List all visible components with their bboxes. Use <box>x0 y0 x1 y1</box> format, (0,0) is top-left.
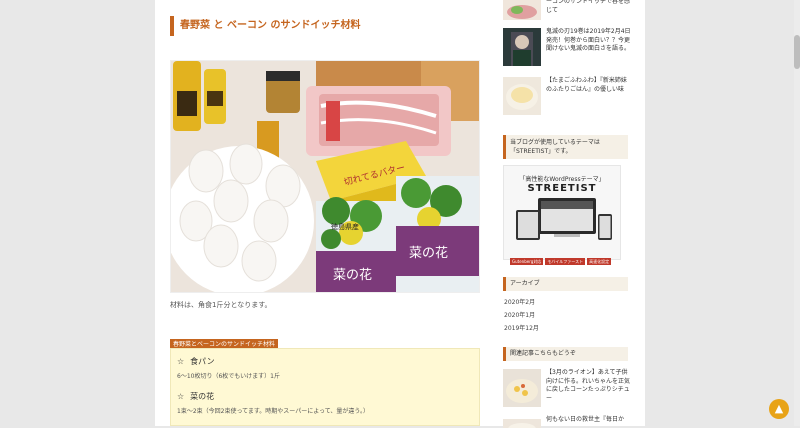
post-thumbnail[interactable] <box>503 0 541 20</box>
materials-box: ☆ 食パン 6〜10枚切り（6枚でもいけます）1斤 ☆ 菜の花 1束〜2束（今回2束… <box>170 348 480 426</box>
package-name-label-1: 菜の花 <box>333 267 372 283</box>
material-desc: 6〜10枚切り（6枚でもいけます）1斤 <box>177 373 280 380</box>
page-scrollbar[interactable] <box>794 0 800 426</box>
post-thumbnail[interactable] <box>503 416 541 428</box>
streetist-banner[interactable]: 「高性能なWordPressテーマ」 STREETIST Gutenberg対応… <box>503 165 621 265</box>
material-item: ☆ 食パン 6〜10枚切り（6枚でもいけます）1斤 <box>177 356 473 381</box>
section-heading: 春野菜 と ベーコン のサンドイッチ材料 <box>170 16 480 36</box>
arrow-up-icon: ▲ <box>774 402 784 415</box>
sidebar-post-link[interactable]: 何もない日の救世主『毎日か <box>503 416 633 428</box>
banner-tag: モバイルファースト <box>545 258 586 265</box>
theme-widget-heading: 当ブログが使用しているテーマは「STREETIST」です。 <box>503 135 628 159</box>
post-thumbnail[interactable] <box>503 28 541 66</box>
banner-title: STREETIST <box>527 183 597 194</box>
package-name-label-2: 菜の花 <box>409 245 448 261</box>
archive-link[interactable]: 2019年12月 <box>504 323 539 332</box>
sidebar-post-title[interactable]: 何もない日の救世主『毎日か <box>546 416 632 425</box>
archive-heading: アーカイブ <box>503 277 628 291</box>
device-mockup-illustration <box>516 198 612 240</box>
sidebar-post-link[interactable]: 【たまごふわふわ】『新米姉妹のふたりごはん』の優しい味 <box>503 77 633 117</box>
banner-subtitle: 「高性能なWordPressテーマ」 <box>519 176 605 183</box>
material-item: ☆ 菜の花 1束〜2束（今回2束使ってます。時期やスーパーによって、量が違う。） <box>177 391 473 416</box>
sidebar-post-link[interactable]: 【3月のライオン】あえて子供向けに作る。れいちゃんを正気に戻したコーンたっぷりシ… <box>503 369 633 409</box>
material-desc: 1束〜2束（今回2束使ってます。時期やスーパーによって、量が違う。） <box>177 408 370 415</box>
material-name: 食パン <box>190 357 215 366</box>
post-thumbnail[interactable] <box>503 77 541 115</box>
sidebar-post-title[interactable]: 【たまごふわふわ】『新米姉妹のふたりごはん』の優しい味 <box>546 77 632 94</box>
sidebar-post-title[interactable]: ーコンのサンドイッチで春を感じて <box>546 0 632 15</box>
article-main: 春野菜 と ベーコン のサンドイッチ材料 切れてるバター 徳島県産 菜の花 菜の… <box>170 0 485 426</box>
archive-link[interactable]: 2020年2月 <box>504 297 535 306</box>
sidebar-post-link[interactable]: ーコンのサンドイッチで春を感じて <box>503 0 633 22</box>
sidebar-post-link[interactable]: 鬼滅の刃19巻は2019年2月4日発売！何巻から面白い？？今更聞けない鬼滅の面白… <box>503 28 633 68</box>
package-origin-label: 徳島県産 <box>331 222 359 231</box>
sidebar-post-title[interactable]: 【3月のライオン】あえて子供向けに作る。れいちゃんを正気に戻したコーンたっぷりシ… <box>546 369 632 403</box>
archive-link[interactable]: 2020年1月 <box>504 310 535 319</box>
related-heading: 関連記事こちらもどうぞ <box>503 347 628 361</box>
ingredients-photo: 切れてるバター 徳島県産 菜の花 菜の花 <box>170 60 480 293</box>
photo-caption: 材料は、角食1斤分となります。 <box>170 301 272 309</box>
star-icon: ☆ <box>177 357 185 366</box>
sidebar-post-title[interactable]: 鬼滅の刃19巻は2019年2月4日発売！何巻から面白い？？今更聞けない鬼滅の面白… <box>546 28 632 54</box>
post-thumbnail[interactable] <box>503 369 541 407</box>
scrollbar-thumb[interactable] <box>794 35 800 69</box>
banner-tags: Gutenberg対応 モバイルファースト 高速化設定 <box>510 248 613 267</box>
sidebar: ーコンのサンドイッチで春を感じて 鬼滅の刃19巻は2019年2月4日発売！何巻か… <box>503 0 633 428</box>
back-to-top-button[interactable]: ▲ <box>769 399 789 419</box>
banner-tag: 高速化設定 <box>587 258 612 265</box>
material-name: 菜の花 <box>190 392 215 401</box>
star-icon: ☆ <box>177 392 185 401</box>
banner-tag: Gutenberg対応 <box>510 258 544 265</box>
